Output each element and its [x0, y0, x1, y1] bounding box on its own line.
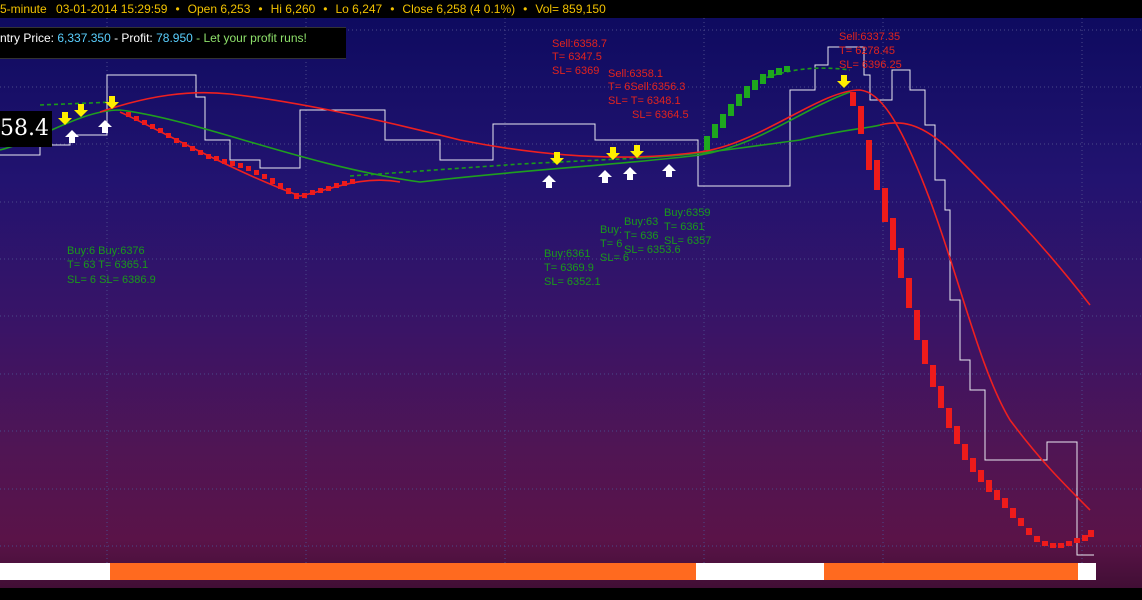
current-price-tag: 58.4 [0, 111, 52, 147]
signal-segment-orange [824, 563, 1079, 580]
buy-arrow-icon [65, 130, 79, 143]
sell-arrows [58, 75, 851, 165]
signal-segment-white [695, 563, 825, 580]
sell-annotation-1: Sell:6358.7 T= 6347.5 SL= 6369 [552, 38, 607, 77]
bottom-scroll-area[interactable] [0, 588, 1142, 600]
entry-status-bar: ntry Price: 6,337.350 - Profit: 78.950 -… [0, 27, 346, 59]
close-value: Close 6,258 (4 0.1%) [402, 2, 516, 16]
svg-text:SL= 6369: SL= 6369 [552, 65, 599, 77]
svg-text:SL= 6357: SL= 6357 [664, 235, 711, 247]
sell-annotation-3: Sell:6337.35 T= 6278.45 SL= 6396.25 [839, 31, 902, 71]
signal-strip [0, 563, 1096, 580]
buy-arrow-icon [98, 120, 112, 133]
svg-text:Buy:6361: Buy:6361 [544, 248, 590, 260]
profit-value: 78.950 [156, 31, 193, 45]
green-ma-1 [0, 91, 851, 183]
svg-text:T= 6361: T= 6361 [664, 221, 705, 233]
lo-value: Lo 6,247 [335, 2, 383, 16]
price-chart[interactable]: Sell:6358.7 T= 6347.5 SL= 6369 Sell:6358… [0, 0, 1142, 600]
svg-text:SL= 6364.5: SL= 6364.5 [632, 109, 689, 121]
buy-arrow-icon [542, 175, 556, 188]
hi-value: Hi 6,260 [270, 2, 316, 16]
svg-text:Buy:: Buy: [600, 224, 622, 236]
svg-text:SL= 6396.25: SL= 6396.25 [839, 59, 902, 71]
profit-label: - Profit: [110, 31, 157, 45]
signal-segment-white [1078, 563, 1096, 580]
entry-price-value: 6,337.350 [57, 31, 111, 45]
svg-text:T= 636: T= 636 [624, 230, 659, 242]
open-value: Open 6,253 [187, 2, 251, 16]
svg-text:T= 6347.5: T= 6347.5 [552, 51, 602, 63]
sell-trail [126, 92, 1094, 548]
svg-text:SL= 6352.1: SL= 6352.1 [544, 276, 601, 288]
grid [0, 18, 1142, 563]
volume-value: Vol= 859,150 [535, 2, 606, 16]
svg-text:SL= 6 SL= 6386.9: SL= 6 SL= 6386.9 [67, 274, 156, 286]
red-ma-slow [879, 122, 1091, 306]
sell-arrow-icon [837, 75, 851, 88]
datetime-label: 03-01-2014 15:29:59 [56, 2, 168, 16]
buy-annotation-1: Buy:6 Buy:6376 T= 63 T= 6365.1 SL= 6 SL=… [67, 245, 156, 286]
buy-annotation-2: Buy:6361 T= 6369.9 SL= 6352.1 [544, 248, 601, 288]
svg-text:Buy:6 Buy:6376: Buy:6 Buy:6376 [67, 245, 145, 257]
svg-text:Buy:6359: Buy:6359 [664, 207, 710, 219]
sell-arrow-icon [606, 147, 620, 160]
svg-text:SL= T= 6348.1: SL= T= 6348.1 [608, 95, 681, 107]
buy-arrow-icon [662, 164, 676, 177]
svg-text:Sell:6337.35: Sell:6337.35 [839, 31, 900, 43]
sell-arrow-icon [74, 104, 88, 117]
sell-annotation-2: Sell:6358.1 T= 6Sell:6356.3 SL= T= 6348.… [608, 68, 689, 121]
svg-text:T= 6278.45: T= 6278.45 [839, 45, 895, 57]
signal-segment-white [0, 563, 110, 580]
profit-message: - Let your profit runs! [192, 31, 307, 45]
signal-segment-orange [109, 563, 696, 580]
price-step-line [0, 46, 1094, 556]
svg-text:T= 6369.9: T= 6369.9 [544, 262, 594, 274]
green-ma-2 [639, 124, 881, 159]
entry-price-label: ntry Price: [0, 31, 58, 45]
interval-label: 5-minute [0, 2, 47, 16]
svg-text:Sell:6358.1: Sell:6358.1 [608, 68, 663, 80]
quote-header: 5-minute 03-01-2014 15:29:59 • Open 6,253 •… [0, 0, 1142, 18]
buy-arrow-icon [598, 170, 612, 183]
svg-text:Buy:63: Buy:63 [624, 216, 658, 228]
svg-text:T= 6: T= 6 [600, 238, 622, 250]
red-ma-mid [119, 111, 401, 197]
buy-annotation-5: Buy:6359 T= 6361 SL= 6357 [664, 207, 711, 247]
sell-arrow-icon [58, 112, 72, 125]
buy-arrow-icon [623, 167, 637, 180]
svg-text:Sell:6358.7: Sell:6358.7 [552, 38, 607, 50]
svg-text:T= 6Sell:6356.3: T= 6Sell:6356.3 [608, 81, 685, 93]
red-ma-fast [99, 89, 1091, 511]
svg-text:T= 63 T= 6365.1: T= 63 T= 6365.1 [67, 259, 148, 271]
